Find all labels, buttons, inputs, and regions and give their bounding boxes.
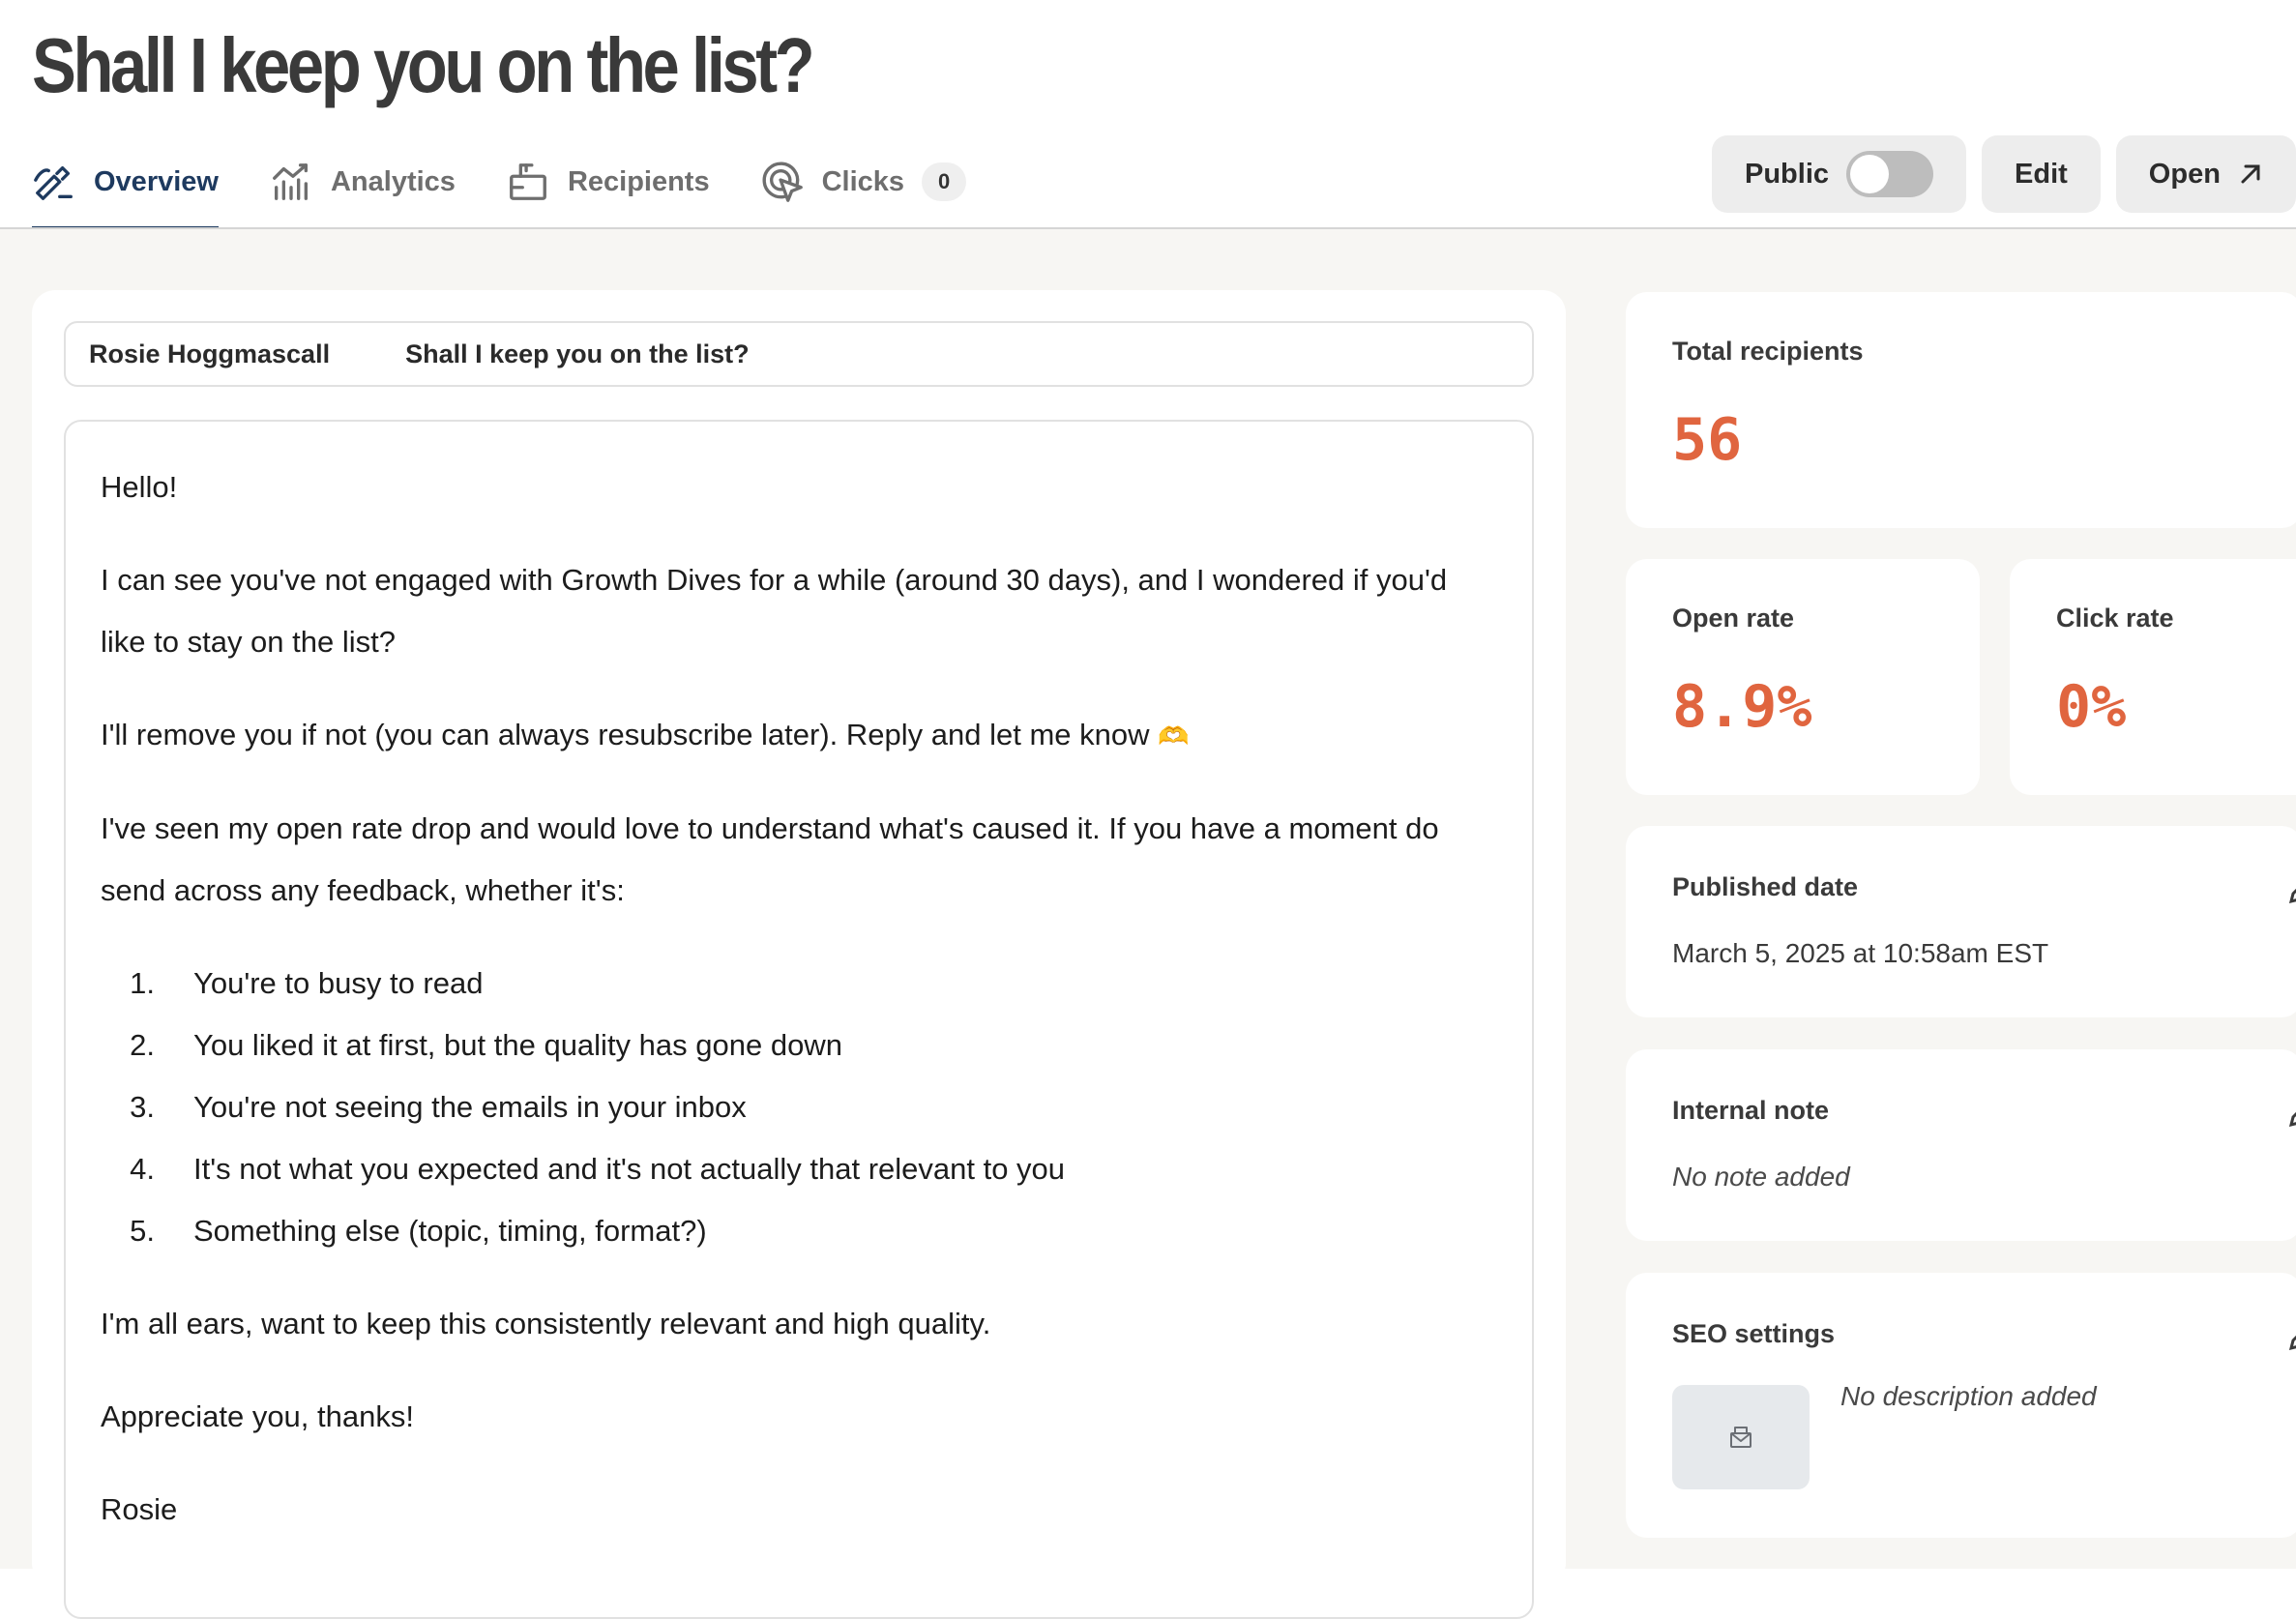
seo-settings-card: SEO settings No description added	[1626, 1273, 2296, 1538]
seo-description-value: No description added	[1840, 1381, 2097, 1411]
email-body: Hello! I can see you've not engaged with…	[64, 420, 1534, 1619]
click-rate-card: Click rate 0%	[2010, 559, 2296, 795]
header-actions: Public Edit Open	[1712, 135, 2296, 213]
page-title: Shall I keep you on the list?	[32, 22, 815, 108]
internal-note-card: Internal note No note added	[1626, 1049, 2296, 1241]
tab-recipients-label: Recipients	[567, 165, 710, 197]
total-recipients-label: Total recipients	[1672, 337, 1864, 366]
tab-clicks[interactable]: Clicks 0	[760, 147, 967, 217]
internal-note-label: Internal note	[1672, 1096, 1830, 1125]
email-paragraph-text: I'll remove you if not (you can always r…	[101, 718, 1150, 751]
bar-chart-icon	[273, 163, 308, 200]
tab-overview[interactable]: Overview	[32, 147, 219, 229]
seo-settings-label: SEO settings	[1672, 1319, 1836, 1348]
open-button[interactable]: Open	[2115, 135, 2296, 213]
tab-recipients[interactable]: Recipients	[506, 147, 710, 217]
edit-pencil-icon[interactable]	[2287, 876, 2296, 905]
edit-pencil-icon[interactable]	[2287, 1100, 2296, 1129]
tab-analytics-label: Analytics	[330, 165, 456, 197]
tab-overview-label: Overview	[94, 165, 219, 197]
heart-hands-icon: 🫶	[1158, 721, 1190, 751]
email-paragraph: I'll remove you if not (you can always r…	[101, 704, 1497, 767]
arrow-up-right-icon	[2241, 164, 2260, 184]
open-rate-card: Open rate 8.9%	[1626, 559, 1980, 795]
email-subject: Shall I keep you on the list?	[405, 339, 750, 368]
email-preview-panel: Rosie Hoggmascall Shall I keep you on th…	[32, 290, 1566, 1619]
total-recipients-card: Total recipients 56	[1626, 292, 2296, 528]
edit-pencil-icon[interactable]	[2287, 1323, 2296, 1352]
email-header: Rosie Hoggmascall Shall I keep you on th…	[64, 321, 1534, 387]
tab-bar: Overview Analytics Recipients Clicks 0	[32, 147, 967, 230]
list-item: 5. Something else (topic, timing, format?…	[130, 1214, 707, 1248]
list-item: 3. You're not seeing the emails in your i…	[130, 1090, 747, 1124]
list-item: 2. You liked it at first, but the quality…	[130, 1028, 842, 1062]
total-recipients-value: 56	[1672, 406, 1743, 474]
open-rate-label: Open rate	[1672, 603, 1795, 633]
edit-label: Edit	[2015, 158, 2068, 190]
list-item: 4. It's not what you expected and it's no…	[130, 1152, 1066, 1186]
email-paragraph: I can see you've not engaged with Growth…	[101, 563, 1448, 659]
internal-note-value: No note added	[1672, 1162, 1850, 1192]
edit-button[interactable]: Edit	[1982, 135, 2101, 213]
public-label: Public	[1745, 158, 1830, 190]
feedback-list: 1. You're to busy to read 2. You liked it …	[101, 953, 1497, 1262]
published-date-label: Published date	[1672, 872, 1859, 901]
click-rate-value: 0%	[2056, 673, 2127, 741]
open-label: Open	[2148, 158, 2221, 190]
email-paragraph: Appreciate you, thanks!	[101, 1399, 414, 1433]
cursor-click-icon	[762, 162, 803, 202]
published-date-card: Published date March 5, 2025 at 10:58am …	[1626, 826, 2296, 1017]
tab-analytics[interactable]: Analytics	[269, 147, 456, 217]
clicks-count-badge: 0	[922, 162, 967, 201]
public-toggle-button[interactable]: Public	[1712, 135, 1967, 213]
email-paragraph: I'm all ears, want to keep this consiste…	[101, 1307, 991, 1340]
tab-clicks-label: Clicks	[821, 165, 905, 197]
pencil-icon	[34, 165, 73, 200]
email-greeting: Hello!	[101, 470, 178, 504]
email-signoff: Rosie	[101, 1492, 178, 1526]
open-rate-value: 8.9%	[1672, 673, 1812, 741]
envelope-icon	[1730, 1427, 1751, 1448]
email-paragraph: I've seen my open rate drop and would lo…	[101, 811, 1439, 907]
email-sender: Rosie Hoggmascall	[89, 339, 331, 368]
public-toggle[interactable]	[1846, 151, 1934, 197]
inbox-icon	[510, 163, 546, 200]
published-date-value: March 5, 2025 at 10:58am EST	[1672, 938, 2049, 968]
click-rate-label: Click rate	[2056, 603, 2174, 633]
list-item: 1. You're to busy to read	[130, 966, 484, 1000]
seo-image-placeholder[interactable]	[1672, 1385, 1810, 1489]
